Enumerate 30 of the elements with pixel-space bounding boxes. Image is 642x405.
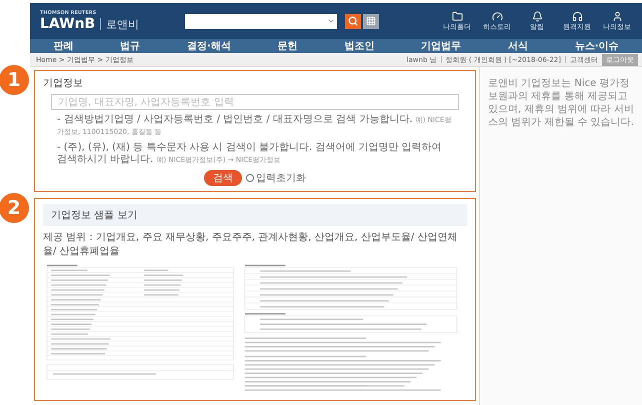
user-icon [612,10,622,22]
search-icon [348,16,358,26]
search-input-field[interactable]: 기업명, 대표자명, 사업자등록번호 입력 [51,94,459,110]
nav-item[interactable]: 법조인 [344,39,374,53]
nav-item[interactable]: 법규 [120,39,140,53]
scope-text: 제공 범위 : 기업개요, 주요 재무상황, 주요주주, 관계사현황, 산업개요, 산업부도율/ 산업연체율/ 산업휴폐업율 [43,231,458,258]
step-badge: 1 [0,65,29,95]
folder-icon [452,10,462,22]
grid-button[interactable] [363,14,380,28]
logo-korean: 로앤비 [106,16,140,32]
logo[interactable]: LAWnB [40,16,96,32]
nav-item[interactable]: 기업법무 [421,39,462,53]
nav-item[interactable]: 뉴스·이슈 [574,39,619,53]
grid-icon [366,16,376,26]
nav-item[interactable]: 결정·해석 [186,39,231,53]
bell-icon [532,10,542,22]
gauge-icon [492,10,502,22]
chevron-down-icon[interactable] [327,17,336,25]
reset-option[interactable]: 입력초기화 [246,171,306,185]
nav-item[interactable]: 문헌 [278,39,298,53]
nav-item[interactable]: 판례 [53,39,74,53]
nav-item[interactable]: 서식 [508,39,528,53]
search-button[interactable]: 검색 [204,170,242,186]
section-title: 기업정보 [43,77,84,90]
notice-text: 로앤비 기업정보는 Nice 평가정보원과의 제휴를 통해 제공되고 있으며, 제휴의 범위에 따라 서비스의 범위가 제한될 수 있습니다. [488,77,634,129]
section-title: 기업정보 샘플 보기 [51,209,138,222]
headset-icon [572,10,582,22]
search-field[interactable] [185,14,338,28]
search-button[interactable] [345,14,362,28]
step-badge: 2 [0,193,29,223]
